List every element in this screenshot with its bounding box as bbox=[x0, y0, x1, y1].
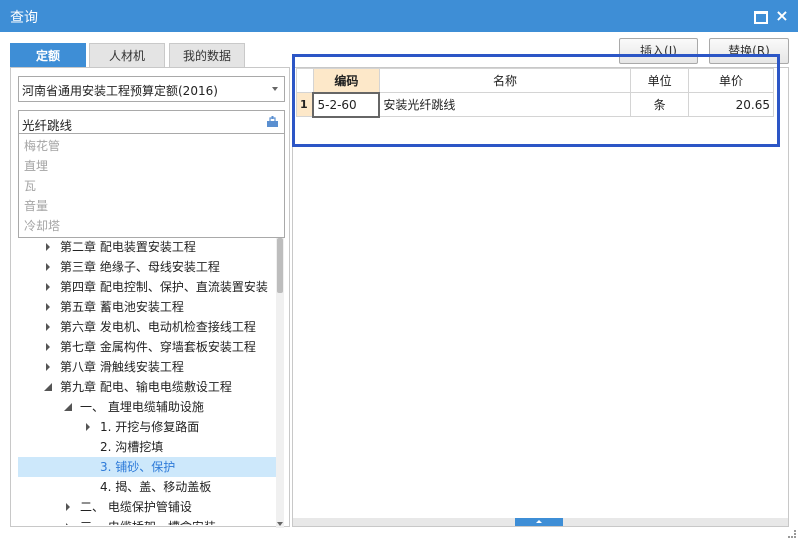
quota-library-select[interactable]: 河南省通用安装工程预算定额(2016) bbox=[18, 76, 285, 102]
tree-item[interactable]: 第五章 蓄电池安装工程 bbox=[18, 297, 276, 317]
suggestion-item[interactable]: 音量 bbox=[19, 196, 284, 216]
search-input-value: 光纤跳线 bbox=[22, 118, 73, 133]
scroll-down-icon[interactable] bbox=[277, 522, 283, 526]
tree-item[interactable]: 一、 直埋电缆辅助设施 bbox=[18, 397, 276, 417]
expand-arrow-icon[interactable] bbox=[42, 257, 54, 277]
tree-item[interactable]: 1. 开挖与修复路面 bbox=[18, 417, 276, 437]
suggestion-item[interactable]: 瓦 bbox=[19, 176, 284, 196]
tree-item[interactable]: 第二章 配电装置安装工程 bbox=[18, 237, 276, 257]
tree-item-label: 第三章 绝缘子、母线安装工程 bbox=[60, 260, 220, 274]
tree-item-label: 第五章 蓄电池安装工程 bbox=[60, 300, 184, 314]
tree-item-label: 二、 电缆保护管铺设 bbox=[80, 500, 192, 514]
tree-item-label: 1. 开挖与修复路面 bbox=[100, 420, 200, 434]
tree-item[interactable]: 第七章 金属构件、穿墙套板安装工程 bbox=[18, 337, 276, 357]
tree-item[interactable]: 第六章 发电机、电动机检查接线工程 bbox=[18, 317, 276, 337]
tree-item[interactable]: 三、 电缆桥架、槽盒安装 bbox=[18, 517, 276, 525]
resize-grip-icon[interactable] bbox=[788, 530, 796, 538]
tree-item-label: 一、 直埋电缆辅助设施 bbox=[80, 400, 204, 414]
tree-item-selected[interactable]: 3. 铺砂、保护 bbox=[18, 457, 276, 477]
search-icon[interactable] bbox=[266, 116, 279, 128]
tree-item[interactable]: 第三章 绝缘子、母线安装工程 bbox=[18, 257, 276, 277]
maximize-icon[interactable] bbox=[752, 8, 768, 24]
splitter-toggle-icon[interactable] bbox=[515, 518, 563, 526]
cell-name[interactable]: 安装光纤跳线 bbox=[378, 92, 632, 117]
expand-arrow-icon[interactable] bbox=[42, 357, 54, 377]
tree-item[interactable]: 4. 揭、盖、移动盖板 bbox=[18, 477, 276, 497]
tree-item-label: 第八章 滑触线安装工程 bbox=[60, 360, 184, 374]
results-panel bbox=[292, 67, 789, 527]
scrollbar-thumb[interactable] bbox=[277, 238, 283, 293]
tab-quota[interactable]: 定额 bbox=[10, 43, 86, 67]
tree-item-label: 2. 沟槽挖填 bbox=[100, 440, 164, 454]
expand-arrow-icon[interactable] bbox=[42, 297, 54, 317]
tree-item[interactable]: 二、 电缆保护管铺设 bbox=[18, 497, 276, 517]
title-bar: 查询 × bbox=[0, 0, 798, 32]
cell-code[interactable]: 5-2-60 bbox=[312, 91, 381, 118]
table-row[interactable]: 1 5-2-60 安装光纤跳线 条 20.65 bbox=[296, 91, 774, 118]
search-suggestions: 梅花管 直埋 瓦 音量 冷却塔 bbox=[18, 134, 285, 238]
tree-item[interactable]: 第八章 滑触线安装工程 bbox=[18, 357, 276, 377]
replace-button[interactable]: 替换(R) bbox=[709, 38, 789, 64]
tree-item-label: 第九章 配电、输电电缆敷设工程 bbox=[60, 380, 232, 394]
tree-item-label: 4. 揭、盖、移动盖板 bbox=[100, 480, 212, 494]
tree-item-label: 第二章 配电装置安装工程 bbox=[60, 240, 196, 254]
tab-my-data[interactable]: 我的数据 bbox=[169, 43, 245, 67]
tree-item-label: 第七章 金属构件、穿墙套板安装工程 bbox=[60, 340, 256, 354]
window-title: 查询 bbox=[10, 10, 38, 26]
column-header-unit[interactable]: 单位 bbox=[630, 68, 690, 93]
expand-arrow-icon[interactable] bbox=[82, 417, 94, 437]
table-header-row: 编码 名称 单位 单价 bbox=[296, 68, 774, 93]
search-input[interactable]: 光纤跳线 bbox=[18, 110, 285, 134]
suggestion-item[interactable]: 梅花管 bbox=[19, 136, 284, 156]
insert-button[interactable]: 插入(I) bbox=[619, 38, 698, 64]
column-header-code[interactable]: 编码 bbox=[312, 68, 380, 93]
expand-arrow-icon[interactable] bbox=[42, 317, 54, 337]
close-icon[interactable]: × bbox=[774, 8, 790, 24]
cell-unit[interactable]: 条 bbox=[630, 92, 690, 117]
tree-scrollbar[interactable] bbox=[276, 238, 284, 528]
column-header-price[interactable]: 单价 bbox=[688, 68, 774, 93]
expand-arrow-icon[interactable] bbox=[62, 517, 74, 525]
tree-item-label: 3. 铺砂、保护 bbox=[100, 460, 176, 474]
results-table: 编码 名称 单位 单价 1 5-2-60 安装光纤跳线 条 20.65 bbox=[296, 68, 774, 118]
row-index: 1 bbox=[296, 92, 314, 117]
collapse-arrow-icon[interactable] bbox=[62, 397, 74, 417]
expand-arrow-icon[interactable] bbox=[42, 237, 54, 257]
tree-item[interactable]: 2. 沟槽挖填 bbox=[18, 437, 276, 457]
suggestion-item[interactable]: 冷却塔 bbox=[19, 216, 284, 236]
panel-splitter[interactable] bbox=[293, 518, 788, 526]
cell-price[interactable]: 20.65 bbox=[688, 92, 774, 117]
tree-item-label: 第六章 发电机、电动机检查接线工程 bbox=[60, 320, 256, 334]
expand-arrow-icon[interactable] bbox=[42, 277, 54, 297]
tree-item-label: 第四章 配电控制、保护、直流装置安装 bbox=[60, 280, 268, 294]
row-index-header bbox=[296, 68, 314, 93]
tree-item[interactable]: 第九章 配电、输电电缆敷设工程 bbox=[18, 377, 276, 397]
tree-item[interactable]: 第四章 配电控制、保护、直流装置安装 bbox=[18, 277, 276, 297]
chevron-down-icon[interactable] bbox=[272, 87, 278, 91]
expand-arrow-icon[interactable] bbox=[62, 497, 74, 517]
quota-library-value: 河南省通用安装工程预算定额(2016) bbox=[22, 84, 218, 98]
tab-labor-material-machine[interactable]: 人材机 bbox=[89, 43, 165, 67]
collapse-arrow-icon[interactable] bbox=[42, 377, 54, 397]
column-header-name[interactable]: 名称 bbox=[378, 68, 632, 93]
suggestion-item[interactable]: 直埋 bbox=[19, 156, 284, 176]
tree-item-label: 三、 电缆桥架、槽盒安装 bbox=[80, 517, 216, 525]
expand-arrow-icon[interactable] bbox=[42, 337, 54, 357]
chapter-tree: 第二章 配电装置安装工程 第三章 绝缘子、母线安装工程 第四章 配电控制、保护、… bbox=[18, 237, 276, 525]
